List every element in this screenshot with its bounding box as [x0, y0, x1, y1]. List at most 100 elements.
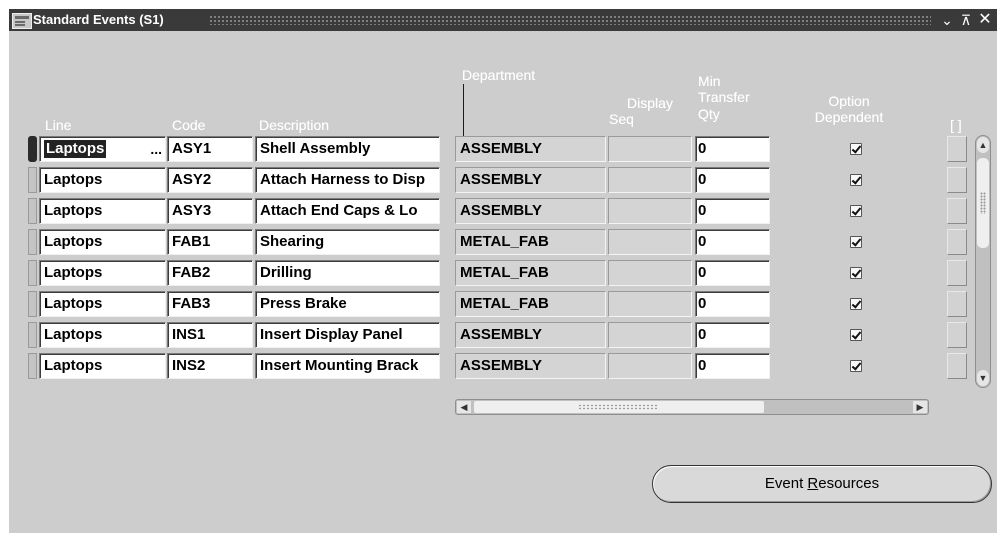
min-transfer-qty-field[interactable]: 0 — [695, 167, 770, 193]
column-header-min-3: Qty — [698, 106, 720, 122]
scroll-left-icon[interactable]: ◀ — [457, 401, 471, 413]
row-flex-button[interactable] — [947, 291, 967, 317]
description-field[interactable]: Drilling — [255, 260, 440, 286]
line-field[interactable]: Laptops — [39, 198, 166, 224]
min-transfer-qty-field[interactable]: 0 — [695, 198, 770, 224]
display-seq-field — [608, 260, 692, 286]
line-field-value: Laptops — [44, 264, 103, 281]
title-bar-grip — [209, 15, 931, 25]
description-field[interactable]: Insert Display Panel — [255, 322, 440, 348]
code-field[interactable]: FAB2 — [167, 260, 253, 286]
row-selector[interactable] — [28, 353, 37, 379]
department-header-separator — [463, 84, 464, 136]
description-field[interactable]: Shearing — [255, 229, 440, 255]
description-field[interactable]: Shell Assembly — [255, 136, 440, 162]
line-field[interactable]: Laptops — [39, 353, 166, 379]
row-flex-button[interactable] — [947, 229, 967, 255]
line-field[interactable]: Laptops — [39, 291, 166, 317]
window-title: Standard Events (S1) — [33, 12, 164, 27]
row-flex-button[interactable] — [947, 260, 967, 286]
column-header-min-1: Min — [698, 73, 721, 89]
column-header-option-1: Option — [828, 93, 870, 109]
checkbox-checked-icon[interactable] — [850, 143, 862, 155]
min-transfer-qty-field[interactable]: 0 — [695, 353, 770, 379]
min-transfer-qty-field[interactable]: 0 — [695, 291, 770, 317]
scroll-down-icon[interactable]: ▼ — [977, 370, 989, 386]
code-field[interactable]: INS2 — [167, 353, 253, 379]
line-field[interactable]: Laptops... — [39, 136, 166, 162]
column-header-display-seq-2: Seq — [609, 111, 634, 127]
row-selector[interactable] — [28, 291, 37, 317]
vertical-scroll-thumb[interactable] — [977, 158, 989, 248]
maximize-icon[interactable]: ⊼ — [958, 11, 974, 29]
min-transfer-qty-field[interactable]: 0 — [695, 322, 770, 348]
vertical-scrollbar[interactable]: ▲ ▼ — [975, 135, 991, 388]
row-flex-button[interactable] — [947, 353, 967, 379]
min-transfer-qty-field[interactable]: 0 — [695, 260, 770, 286]
minimize-icon[interactable]: ⌄ — [939, 11, 955, 29]
department-field: ASSEMBLY — [455, 322, 606, 348]
column-header-line: Line — [45, 117, 72, 133]
horizontal-scroll-thumb[interactable] — [474, 401, 764, 413]
min-transfer-qty-field[interactable]: 0 — [695, 229, 770, 255]
display-seq-field — [608, 291, 692, 317]
code-field[interactable]: INS1 — [167, 322, 253, 348]
row-selector[interactable] — [28, 322, 37, 348]
code-field[interactable]: ASY3 — [167, 198, 253, 224]
line-field[interactable]: Laptops — [39, 167, 166, 193]
code-field[interactable]: FAB1 — [167, 229, 253, 255]
column-header-description: Description — [259, 117, 330, 133]
checkbox-checked-icon[interactable] — [850, 174, 862, 186]
line-field[interactable]: Laptops — [39, 322, 166, 348]
event-resources-label-pre: Event — [764, 475, 808, 492]
display-seq-field — [608, 167, 692, 193]
line-field[interactable]: Laptops — [39, 260, 166, 286]
display-seq-field — [608, 322, 692, 348]
horizontal-scrollbar[interactable]: ◀ ▶ — [455, 399, 929, 415]
checkbox-checked-icon[interactable] — [850, 205, 862, 217]
list-of-values-icon[interactable]: ... — [150, 137, 162, 161]
row-selector[interactable] — [28, 136, 37, 162]
row-flex-button[interactable] — [947, 198, 967, 224]
event-resources-mnemonic: R — [807, 475, 819, 492]
code-field[interactable]: FAB3 — [167, 291, 253, 317]
scroll-right-icon[interactable]: ▶ — [913, 401, 927, 413]
code-field[interactable]: ASY2 — [167, 167, 253, 193]
event-resources-button[interactable]: Event Resources — [652, 465, 992, 503]
department-field: ASSEMBLY — [455, 353, 606, 379]
line-field-value: Laptops — [44, 202, 103, 219]
description-field[interactable]: Attach Harness to Disp — [255, 167, 440, 193]
line-field-value: Laptops — [44, 295, 103, 312]
checkbox-checked-icon[interactable] — [850, 298, 862, 310]
description-field[interactable]: Attach End Caps & Lo — [255, 198, 440, 224]
checkbox-checked-icon[interactable] — [850, 236, 862, 248]
close-icon[interactable]: ✕ — [977, 11, 993, 29]
line-field[interactable]: Laptops — [39, 229, 166, 255]
line-field-value: Laptops — [44, 326, 103, 343]
row-flex-button[interactable] — [947, 136, 967, 162]
column-header-department: Department — [462, 67, 536, 83]
checkbox-checked-icon[interactable] — [850, 267, 862, 279]
code-field[interactable]: ASY1 — [167, 136, 253, 162]
department-field: ASSEMBLY — [455, 136, 606, 162]
row-flex-button[interactable] — [947, 322, 967, 348]
line-field-value: Laptops — [44, 357, 103, 374]
row-selector[interactable] — [28, 260, 37, 286]
scroll-up-icon[interactable]: ▲ — [977, 137, 989, 153]
line-field-value: Laptops — [44, 171, 103, 188]
row-selector[interactable] — [28, 198, 37, 224]
description-field[interactable]: Insert Mounting Brack — [255, 353, 440, 379]
column-header-option-2: Dependent — [814, 109, 884, 125]
column-header-flex[interactable]: [ ] — [950, 117, 962, 133]
checkbox-checked-icon[interactable] — [850, 360, 862, 372]
title-bar[interactable]: Standard Events (S1) ⌄ ⊼ ✕ — [9, 9, 997, 31]
display-seq-field — [608, 353, 692, 379]
standard-events-window: Standard Events (S1) ⌄ ⊼ ✕ Line Code Des… — [9, 9, 997, 533]
row-flex-button[interactable] — [947, 167, 967, 193]
checkbox-checked-icon[interactable] — [850, 329, 862, 341]
department-field: METAL_FAB — [455, 260, 606, 286]
min-transfer-qty-field[interactable]: 0 — [695, 136, 770, 162]
row-selector[interactable] — [28, 229, 37, 255]
description-field[interactable]: Press Brake — [255, 291, 440, 317]
row-selector[interactable] — [28, 167, 37, 193]
